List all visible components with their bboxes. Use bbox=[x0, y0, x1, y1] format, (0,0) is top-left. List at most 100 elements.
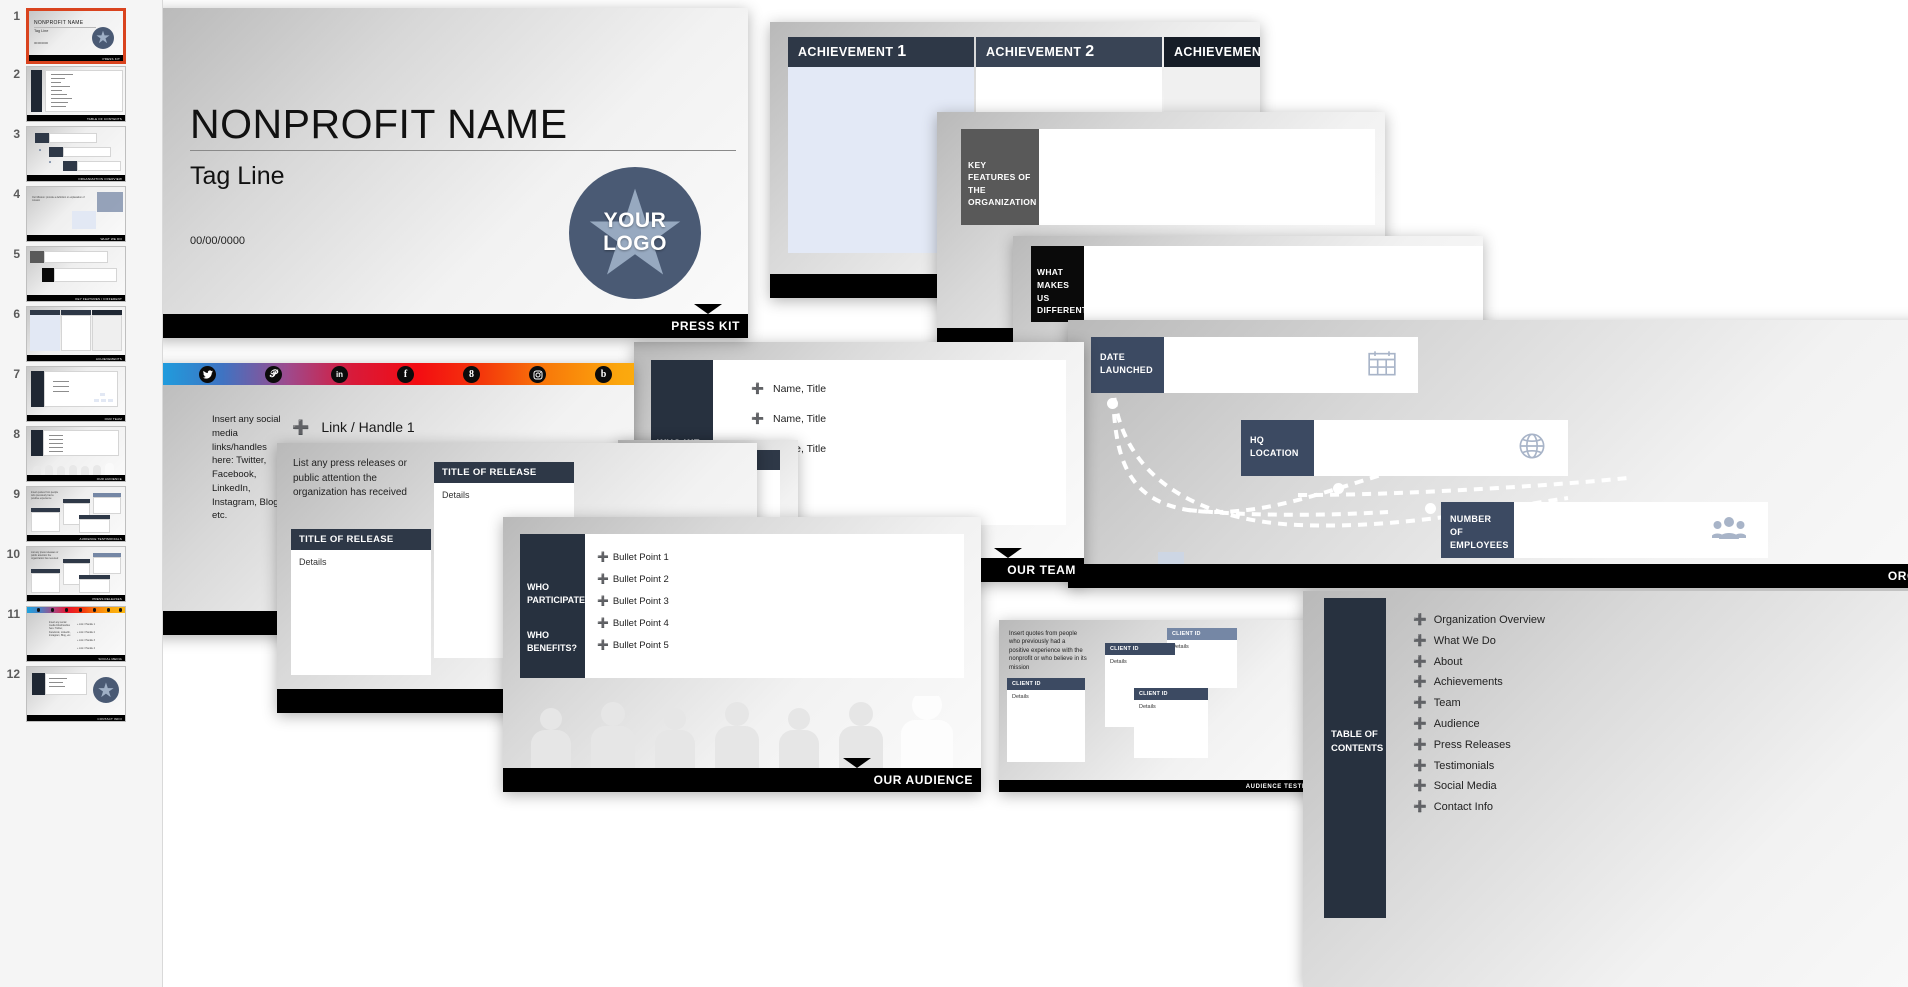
instagram-icon[interactable] bbox=[529, 366, 546, 383]
org-row[interactable]: NUMBER OF EMPLOYEES bbox=[1441, 502, 1768, 558]
press-releases-intro: List any press releases or public attent… bbox=[293, 458, 407, 498]
sidebar-item-our-team[interactable]: 7 OUR TEAM bbox=[4, 366, 126, 422]
thumbnail-1[interactable]: NONPROFIT NAME Tag Line 00/00/0000 ★ PRE… bbox=[26, 8, 126, 64]
team-member-row[interactable]: ➕ Name, Title bbox=[751, 442, 1066, 455]
toc-item[interactable]: ➕ Contact Info bbox=[1413, 800, 1545, 813]
pinterest-icon[interactable]: 𝒫 bbox=[265, 366, 282, 383]
slide-canvas[interactable]: ACHIEVEMENT 1 ACHIEVEMENT 2 ACHIEVEMENT bbox=[163, 0, 1908, 987]
twitter-icon[interactable] bbox=[199, 366, 216, 383]
sidebar-item-contact-info[interactable]: 12 ★ CONTACT INFO bbox=[4, 666, 126, 722]
testimonial-card-title: CLIENT ID bbox=[1007, 678, 1085, 690]
different-body[interactable] bbox=[1084, 246, 1483, 322]
audience-bullet[interactable]: ➕ Bullet Point 4 bbox=[597, 618, 964, 629]
org-row-body[interactable] bbox=[1164, 337, 1418, 393]
facebook-icon[interactable]: f bbox=[397, 366, 414, 383]
tagline-text: Tag Line bbox=[190, 162, 285, 190]
key-features-body[interactable] bbox=[1039, 129, 1375, 225]
slide-organization-overview[interactable]: DATE LAUNCHED HQ LOCATION NUMBER OF EMPL… bbox=[1068, 320, 1908, 588]
testimonial-card-body[interactable]: Details bbox=[1167, 640, 1237, 688]
team-member-label: Name, Title bbox=[773, 383, 827, 395]
achievement-label: ACHIEVEMENT bbox=[798, 45, 894, 59]
achievement-header: ACHIEVEMENT 1 bbox=[788, 37, 974, 67]
audience-bullet[interactable]: ➕ Bullet Point 1 bbox=[597, 552, 964, 563]
toc-item[interactable]: ➕ Audience bbox=[1413, 717, 1545, 730]
thumbnail-3[interactable]: ORGANIZATION OVERVIEW bbox=[26, 126, 126, 182]
people-icon bbox=[1711, 516, 1747, 544]
toc-item-label: Achievements bbox=[1433, 676, 1503, 689]
thumbnail-4[interactable]: Our Mission: provide a definition or exp… bbox=[26, 186, 126, 242]
slide-title[interactable]: NONPROFIT NAME Tag Line 00/00/0000 ★ YOU… bbox=[163, 8, 748, 338]
sidebar-item-about[interactable]: 5 KEY FEATURES / DIFFERENT bbox=[4, 246, 126, 302]
toc-item[interactable]: ➕ Organization Overview bbox=[1413, 613, 1545, 626]
blogger-icon[interactable]: b bbox=[595, 366, 612, 383]
audience-bullet[interactable]: ➕ Bullet Point 2 bbox=[597, 574, 964, 585]
sidebar-item-our-audience[interactable]: 8 OUR AUDIENCE bbox=[4, 426, 126, 482]
toc-item[interactable]: ➕ Team bbox=[1413, 696, 1545, 709]
sidebar-item-press-releases[interactable]: 10 List any press releases or public att… bbox=[4, 546, 126, 602]
press-release-card[interactable]: TITLE OF RELEASE Details bbox=[291, 529, 431, 675]
press-card-body[interactable]: Details bbox=[291, 550, 431, 675]
audience-bullet[interactable]: ➕ Bullet Point 5 bbox=[597, 640, 964, 651]
toc-item[interactable]: ➕ What We Do bbox=[1413, 634, 1545, 647]
sidebar-item-audience-testimonials[interactable]: 9 Insert quotes from people who previous… bbox=[4, 486, 126, 542]
sidebar-item-what-we-do[interactable]: 4 Our Mission: provide a definition or e… bbox=[4, 186, 126, 242]
toc-item[interactable]: ➕ Press Releases bbox=[1413, 738, 1545, 751]
testimonial-card[interactable]: CLIENT ID Details bbox=[1167, 628, 1237, 688]
audience-label: WHO PARTICIPATES? WHO BENEFITS? bbox=[520, 534, 597, 678]
thumb-number: 4 bbox=[13, 187, 20, 201]
team-member-row[interactable]: ➕ Name, Title bbox=[751, 412, 1066, 425]
toc-item[interactable]: ➕ About bbox=[1413, 655, 1545, 668]
logo-badge[interactable]: ★ YOUR LOGO bbox=[569, 167, 701, 299]
google-plus-icon[interactable]: 8 bbox=[463, 366, 480, 383]
org-row-label: NUMBER OF EMPLOYEES bbox=[1441, 502, 1514, 558]
thumbnail-6[interactable]: ACHIEVEMENTS bbox=[26, 306, 126, 362]
sidebar-item-title-slide[interactable]: 1 NONPROFIT NAME Tag Line 00/00/0000 ★ P… bbox=[4, 8, 126, 64]
testimonial-card[interactable]: CLIENT ID Details bbox=[1007, 678, 1085, 762]
testimonial-card-body[interactable]: Details bbox=[1134, 700, 1208, 758]
thumbnail-12[interactable]: ★ CONTACT INFO bbox=[26, 666, 126, 722]
sidebar-item-table-of-contents[interactable]: 2 TABLE OF CONTENTS bbox=[4, 66, 126, 122]
audience-bullet-label: Bullet Point 5 bbox=[612, 640, 669, 651]
table-of-contents-list: ➕ Organization Overview ➕ What We Do ➕ Abou… bbox=[1413, 613, 1545, 821]
thumbnail-8[interactable]: OUR AUDIENCE bbox=[26, 426, 126, 482]
org-row-body[interactable] bbox=[1314, 420, 1568, 476]
team-member-row[interactable]: ➕ Name, Title bbox=[751, 382, 1066, 395]
thumbnail-11[interactable]: Insert any social media links/handles he… bbox=[26, 606, 126, 662]
thumbnail-10[interactable]: List any press releases or public attent… bbox=[26, 546, 126, 602]
toc-item-label: Testimonials bbox=[1433, 759, 1495, 772]
thumb-number: 9 bbox=[13, 487, 20, 501]
slide-thumbnail-sidebar[interactable]: 1 NONPROFIT NAME Tag Line 00/00/0000 ★ P… bbox=[0, 0, 163, 987]
audience-bullet[interactable]: ➕ Bullet Point 3 bbox=[597, 596, 964, 607]
thumbnail-2[interactable]: TABLE OF CONTENTS bbox=[26, 66, 126, 122]
person-silhouette bbox=[531, 708, 571, 768]
sidebar-item-organization-overview[interactable]: 3 ORGANIZATION OVERVIEW bbox=[4, 126, 126, 182]
thumb-footer-bar: PRESS KIT bbox=[29, 55, 123, 61]
thumb-number: 8 bbox=[13, 427, 20, 441]
sidebar-item-social-media[interactable]: 11 Insert any social media links/handles… bbox=[4, 606, 126, 662]
toc-item-label: Press Releases bbox=[1433, 738, 1511, 751]
org-row-body[interactable] bbox=[1514, 502, 1768, 558]
toc-item[interactable]: ➕ Achievements bbox=[1413, 675, 1545, 688]
social-handle-row[interactable]: ➕ Link / Handle 1 bbox=[292, 419, 415, 436]
org-row[interactable]: HQ LOCATION bbox=[1241, 420, 1568, 476]
thumbnail-7[interactable]: OUR TEAM bbox=[26, 366, 126, 422]
plus-icon: ➕ bbox=[292, 419, 310, 435]
toc-item[interactable]: ➕ Social Media bbox=[1413, 779, 1545, 792]
toc-item-label: About bbox=[1433, 655, 1463, 668]
thumbnail-9[interactable]: Insert quotes from people who previously… bbox=[26, 486, 126, 542]
testimonial-card-title: CLIENT ID bbox=[1167, 628, 1237, 640]
sidebar-item-achievements[interactable]: 6 ACHIEVEMENTS bbox=[4, 306, 126, 362]
testimonial-card[interactable]: CLIENT ID Details bbox=[1134, 688, 1208, 758]
thumbnail-5[interactable]: KEY FEATURES / DIFFERENT bbox=[26, 246, 126, 302]
audience-body[interactable]: ➕ Bullet Point 1 ➕ Bullet Point 2 ➕ Bullet … bbox=[585, 534, 964, 678]
toc-item[interactable]: ➕ Testimonials bbox=[1413, 759, 1545, 772]
slide-audience-testimonials[interactable]: Insert quotes from people who previously… bbox=[999, 620, 1344, 792]
org-row[interactable]: DATE LAUNCHED bbox=[1091, 337, 1418, 393]
slide-footer-label: OUR TEAM bbox=[1007, 563, 1076, 577]
slide-table-of-contents[interactable]: TABLE OF CONTENTS ➕ Organization Overview… bbox=[1303, 591, 1908, 987]
thumb-number: 5 bbox=[13, 247, 20, 261]
testimonial-card-body[interactable]: Details bbox=[1007, 690, 1085, 762]
linkedin-icon[interactable]: in bbox=[331, 366, 348, 383]
slide-our-audience[interactable]: WHO PARTICIPATES? WHO BENEFITS? ➕ Bullet … bbox=[503, 517, 981, 792]
thumb-logo: ★ bbox=[92, 27, 114, 49]
